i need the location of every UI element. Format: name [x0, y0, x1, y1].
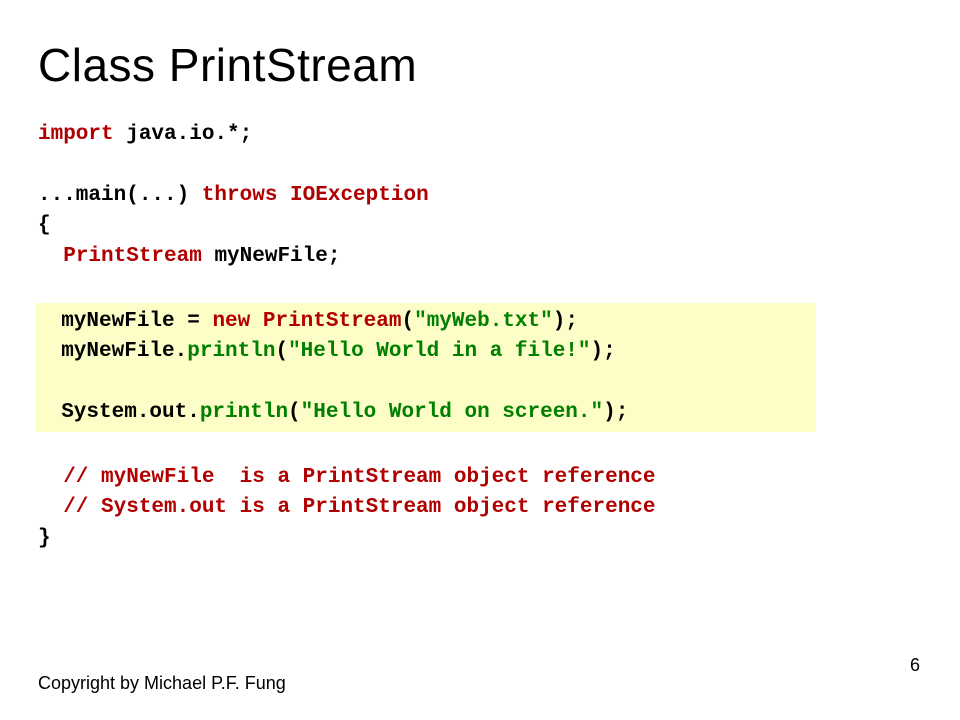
brace-open: {	[38, 214, 51, 237]
brace-close: }	[38, 527, 51, 550]
string-literal: "myWeb.txt"	[414, 310, 553, 333]
code-indent	[38, 245, 63, 268]
code-text: (	[401, 310, 414, 333]
keyword-import: import	[38, 123, 114, 146]
comment-line: // myNewFile is a PrintStream object ref…	[38, 466, 656, 489]
code-text	[250, 310, 263, 333]
code-text: myNewFile.	[36, 340, 187, 363]
keyword-throws: throws IOException	[202, 184, 429, 207]
code-text: (	[275, 340, 288, 363]
type-printstream: PrintStream	[63, 245, 202, 268]
string-literal: "Hello World on screen."	[301, 401, 603, 424]
highlight-block: myNewFile = new PrintStream("myWeb.txt")…	[36, 303, 816, 433]
slide-title: Class PrintStream	[38, 38, 922, 92]
type-printstream: PrintStream	[263, 310, 402, 333]
code-block: import java.io.*; ...main(...) throws IO…	[38, 120, 922, 554]
code-text: myNewFile;	[202, 245, 341, 268]
comment-line: // System.out is a PrintStream object re…	[38, 496, 656, 519]
copyright-text: Copyright by Michael P.F. Fung	[38, 673, 286, 694]
method-println: println	[187, 340, 275, 363]
code-text: myNewFile =	[36, 310, 212, 333]
string-literal: "Hello World in a file!"	[288, 340, 590, 363]
code-text: );	[553, 310, 578, 333]
code-text: java.io.*;	[114, 123, 253, 146]
keyword-new: new	[212, 310, 250, 333]
code-text: System.out.	[36, 401, 200, 424]
code-text: );	[591, 340, 616, 363]
code-text: ...main(...)	[38, 184, 202, 207]
method-println: println	[200, 401, 288, 424]
code-text: );	[603, 401, 628, 424]
code-text: (	[288, 401, 301, 424]
